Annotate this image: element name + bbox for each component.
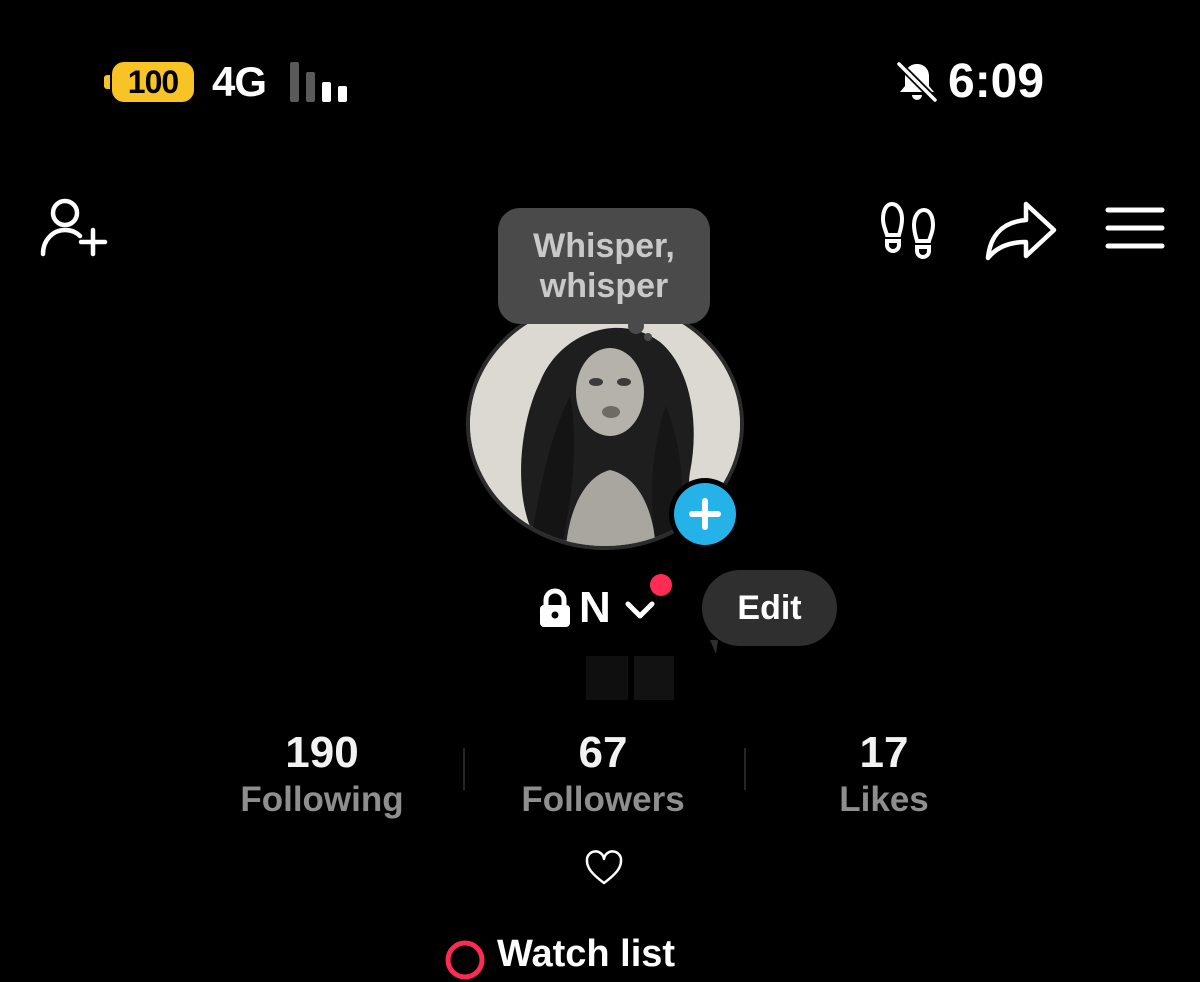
lock-icon [540, 588, 570, 627]
notification-dot [650, 574, 672, 596]
likes-count: 17 [859, 728, 909, 777]
stat-likes[interactable]: 17 Likes [754, 728, 1014, 822]
followers-label: Followers [521, 780, 685, 819]
footprint-icon[interactable] [878, 198, 942, 262]
stat-following[interactable]: 190 Following [192, 728, 452, 822]
watch-list-icon [445, 940, 485, 980]
following-count: 190 [285, 728, 359, 777]
following-label: Following [240, 780, 404, 819]
bell-slash-icon [896, 61, 938, 103]
redacted-bio-block [634, 656, 674, 700]
watch-list-label[interactable]: Watch list [497, 932, 675, 976]
add-story-circle [674, 483, 736, 545]
likes-label: Likes [839, 780, 929, 819]
redacted-bio-block [586, 656, 628, 700]
add-friend-icon[interactable] [38, 196, 110, 260]
status-time: 6:09 [948, 55, 1045, 108]
battery-level: 100 [112, 62, 194, 102]
note-bubble-tail [628, 318, 652, 341]
stat-divider [744, 748, 746, 790]
signal-strength-icon [290, 62, 347, 102]
followers-count: 67 [578, 728, 628, 777]
edit-bubble-tail [710, 640, 718, 654]
menu-icon[interactable] [1104, 204, 1166, 252]
heart-outline-icon[interactable] [584, 848, 624, 888]
stat-followers[interactable]: 67 Followers [473, 728, 733, 822]
battery-terminal [104, 75, 110, 89]
note-bubble-text: Whisper, whisper [533, 227, 675, 305]
stat-divider [463, 748, 465, 790]
share-icon[interactable] [984, 198, 1058, 262]
add-story-button[interactable] [669, 478, 741, 550]
edit-profile-button[interactable]: Edit [702, 570, 837, 646]
plus-icon [689, 498, 721, 530]
username: N [579, 583, 611, 632]
network-type: 4G [212, 58, 267, 105]
chevron-down-icon[interactable] [620, 594, 660, 626]
battery-indicator: 100 [104, 60, 194, 104]
note-bubble[interactable]: Whisper, whisper [498, 208, 710, 324]
